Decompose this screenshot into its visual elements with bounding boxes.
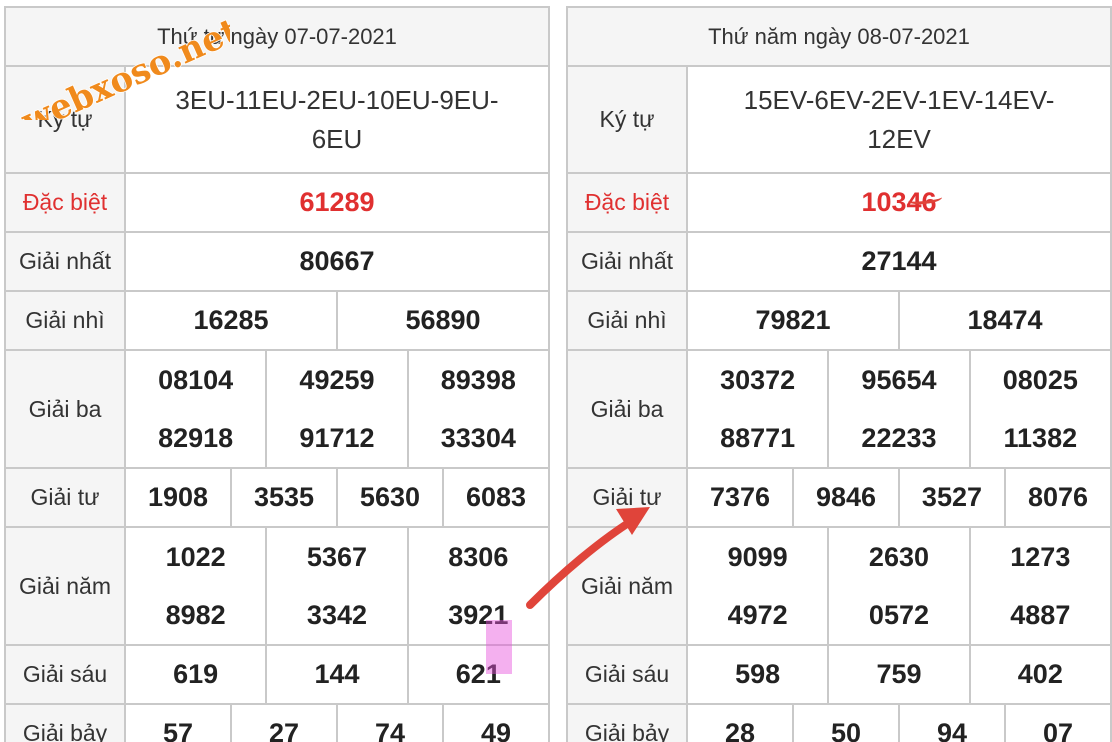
fourth-prize-value: 8076	[1003, 467, 1112, 528]
third-prize-value: 08104	[123, 349, 268, 409]
sixth-prize-value: 402	[968, 644, 1112, 705]
arrow-annotation	[526, 507, 650, 609]
label-third-prize: Giải ba	[4, 349, 126, 469]
fifth-prize-value: 9099	[685, 526, 830, 586]
sixth-prize-value: 759	[827, 644, 971, 705]
fifth-prize-value: 1273	[968, 526, 1112, 586]
label-special-prize: Đặc biệt	[566, 172, 688, 233]
third-prize-value: 08025	[968, 349, 1112, 409]
second-prize-value: 56890	[335, 290, 551, 351]
special-prize-value: 61289	[124, 172, 550, 233]
label-code: Ký tự	[4, 65, 126, 174]
first-prize-value: 80667	[124, 231, 550, 292]
fifth-prize-value: 3342	[265, 586, 409, 646]
seventh-prize-value: 27	[229, 703, 338, 742]
fifth-prize-value: 1022	[123, 526, 268, 586]
fourth-prize-value: 1908	[124, 467, 232, 528]
sixth-prize-value: 598	[685, 644, 830, 705]
sixth-prize-value: 619	[123, 644, 268, 705]
seventh-prize-value: 94	[897, 703, 1006, 742]
fifth-prize-value: 8982	[123, 586, 268, 646]
third-prize-value: 95654	[827, 349, 971, 409]
fifth-prize-value: 0572	[827, 586, 971, 646]
fifth-prize-value: 5367	[265, 526, 409, 586]
special-prize-value: 10346	[686, 172, 1112, 233]
fourth-prize-value: 3527	[897, 467, 1006, 528]
third-prize-value: 88771	[685, 409, 830, 469]
label-seventh-prize: Giải bảy	[4, 703, 126, 742]
third-prize-value: 89398	[406, 349, 551, 409]
seventh-prize-value: 74	[335, 703, 444, 742]
table-header-date: Thứ tư ngày 07-07-2021	[4, 6, 550, 67]
label-sixth-prize: Giải sáu	[566, 644, 688, 705]
third-prize-value: 30372	[685, 349, 830, 409]
label-third-prize: Giải ba	[566, 349, 688, 469]
second-prize-value: 16285	[124, 290, 338, 351]
third-prize-value: 82918	[123, 409, 268, 469]
label-fourth-prize: Giải tư	[4, 467, 126, 528]
third-prize-value: 22233	[827, 409, 971, 469]
label-sixth-prize: Giải sáu	[4, 644, 126, 705]
third-prize-value: 11382	[968, 409, 1112, 469]
first-prize-value: 27144	[686, 231, 1112, 292]
second-prize-value: 79821	[686, 290, 900, 351]
third-prize-value: 33304	[406, 409, 551, 469]
lottery-table-left: Thứ tư ngày 07-07-2021 Ký tự 3EU-11EU-2E…	[4, 6, 551, 742]
lottery-table-right: Thứ năm ngày 08-07-2021 Ký tự 15EV-6EV-2…	[566, 6, 1112, 742]
fourth-prize-value: 3535	[229, 467, 338, 528]
fourth-prize-value: 7376	[686, 467, 794, 528]
code-series: 3EU-11EU-2EU-10EU-9EU-6EU	[124, 65, 550, 174]
sixth-prize-value: 144	[265, 644, 409, 705]
fourth-prize-value: 5630	[335, 467, 444, 528]
fifth-prize-value: 2630	[827, 526, 971, 586]
seventh-prize-value: 50	[791, 703, 900, 742]
label-first-prize: Giải nhất	[4, 231, 126, 292]
seventh-prize-value: 49	[441, 703, 551, 742]
seventh-prize-value: 57	[124, 703, 232, 742]
label-second-prize: Giải nhì	[566, 290, 688, 351]
third-prize-value: 49259	[265, 349, 409, 409]
fourth-prize-value: 9846	[791, 467, 900, 528]
seventh-prize-value: 28	[686, 703, 794, 742]
label-second-prize: Giải nhì	[4, 290, 126, 351]
label-code: Ký tự	[566, 65, 688, 174]
fifth-prize-value: 4972	[685, 586, 830, 646]
table-header-date: Thứ năm ngày 08-07-2021	[566, 6, 1112, 67]
label-fifth-prize: Giải năm	[4, 526, 126, 646]
third-prize-value: 91712	[265, 409, 409, 469]
seventh-prize-value: 07	[1003, 703, 1112, 742]
second-prize-value: 18474	[897, 290, 1112, 351]
label-first-prize: Giải nhất	[566, 231, 688, 292]
code-series: 15EV-6EV-2EV-1EV-14EV-12EV	[686, 65, 1112, 174]
sixth-prize-value: 621	[406, 644, 551, 705]
label-seventh-prize: Giải bảy	[566, 703, 688, 742]
highlight-annotation	[486, 620, 512, 674]
label-special-prize: Đặc biệt	[4, 172, 126, 233]
fifth-prize-value: 4887	[968, 586, 1112, 646]
